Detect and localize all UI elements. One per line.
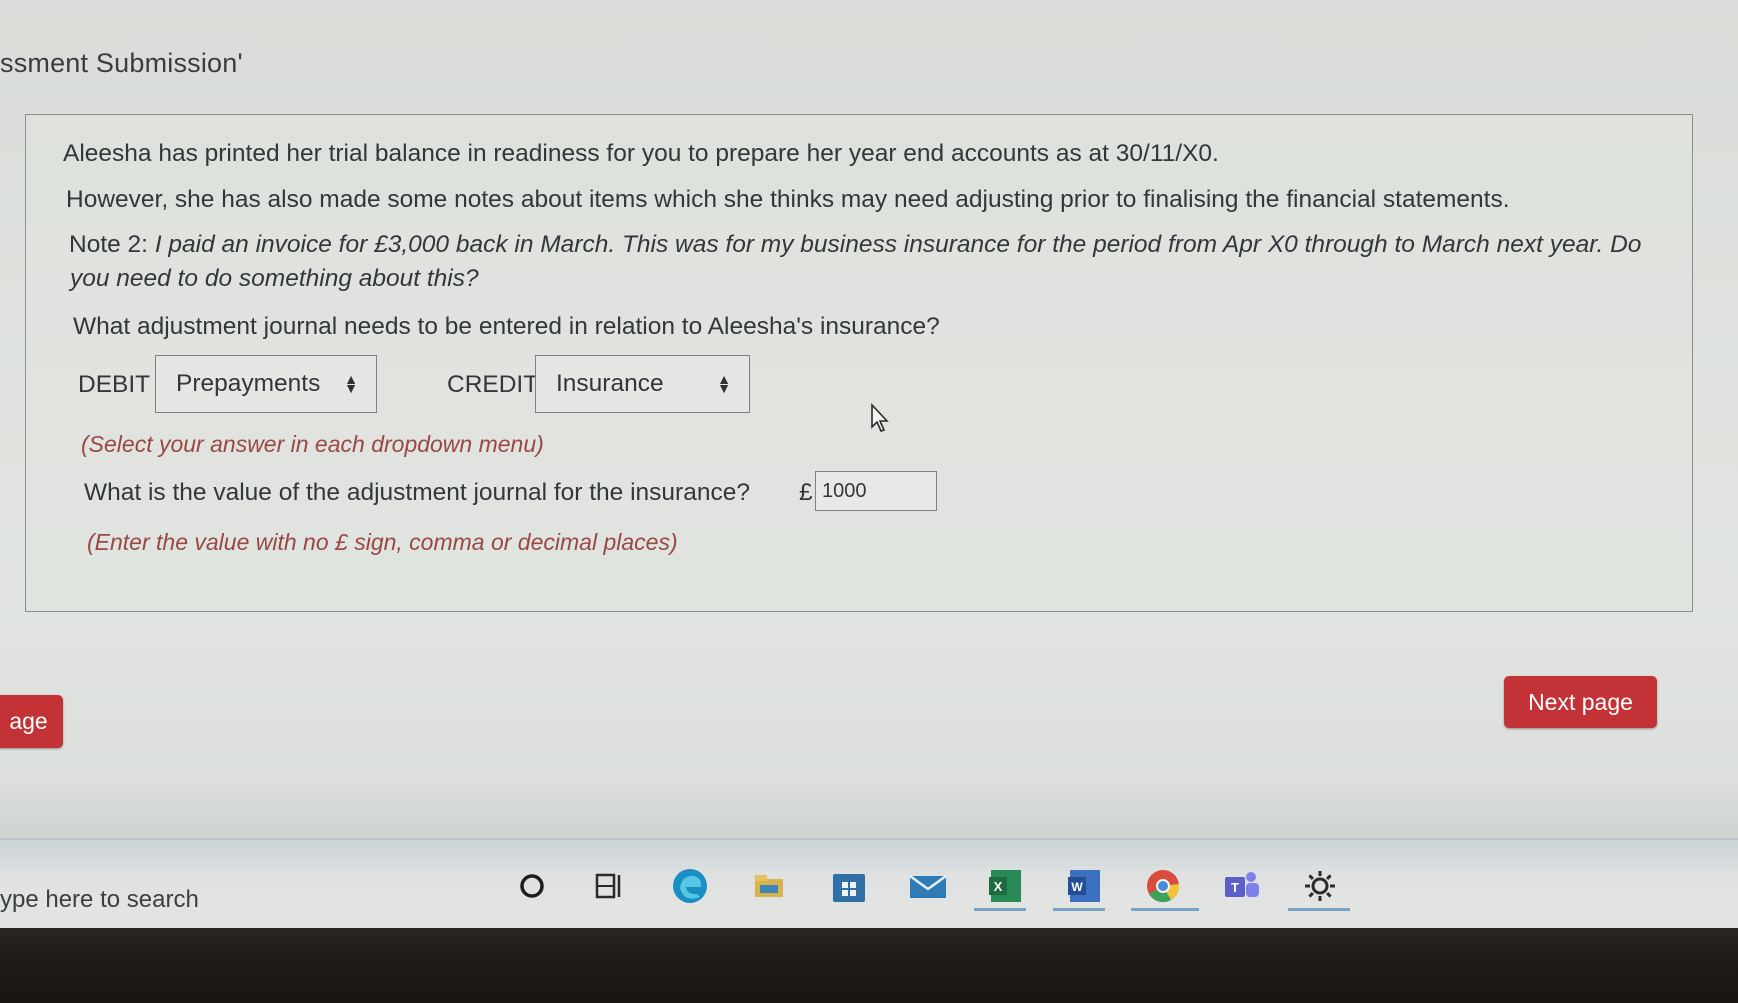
sort-arrows-icon: ▲ ▼ [717,371,731,396]
svg-text:W: W [1071,880,1083,894]
select-hint: (Select your answer in each dropdown men… [81,431,544,457]
question-notes-line: However, she has also made some notes ab… [66,186,1510,213]
debit-select[interactable]: Prepayments ▲ ▼ [155,355,377,413]
note-text: I paid an invoice for £3,000 back in Mar… [154,231,1642,258]
value-prompt: What is the value of the adjustment jour… [84,479,750,506]
debit-select-value: Prepayments [176,370,321,397]
svg-text:X: X [994,879,1003,894]
value-hint: (Enter the value with no £ sign, comma o… [87,529,678,555]
value-input[interactable] [815,471,937,511]
page-title: ssment Submission' [0,48,243,78]
previous-page-button[interactable]: age [0,695,63,748]
credit-select-value: Insurance [556,370,664,397]
teams-icon[interactable]: T [1222,866,1262,906]
question-intro: Aleesha has printed her trial balance in… [63,140,1219,167]
settings-icon[interactable] [1300,866,1340,906]
sort-arrows-icon: ▲ ▼ [344,371,358,396]
question-prompt: What adjustment journal needs to be ente… [73,313,940,340]
credit-label: CREDIT [447,371,539,398]
credit-select[interactable]: Insurance ▲ ▼ [535,355,750,413]
cortana-icon[interactable] [512,866,552,906]
excel-active-indicator [974,908,1026,911]
file-explorer-icon[interactable] [750,866,790,906]
monitor-bezel [0,928,1738,1003]
store-icon[interactable] [829,866,869,906]
task-view-icon[interactable] [590,866,630,906]
next-page-button[interactable]: Next page [1504,676,1657,728]
currency-symbol: £ [799,479,813,506]
svg-text:T: T [1231,880,1239,895]
mouse-cursor-icon [871,403,889,432]
debit-label: DEBIT [78,371,151,398]
taskbar-search-box[interactable]: ype here to search [0,886,199,914]
excel-icon[interactable]: X [986,866,1026,906]
edge-icon[interactable] [670,866,710,906]
chrome-active-indicator [1131,908,1199,911]
settings-active-indicator [1288,908,1350,911]
note-line-2: you need to do something about this? [70,265,479,292]
note-line-1: Note 2: I paid an invoice for £3,000 bac… [69,231,1641,259]
note-label: Note 2: [69,231,148,258]
mail-icon[interactable] [908,866,948,906]
taskbar [0,838,1738,930]
word-icon[interactable]: W [1065,866,1105,906]
word-active-indicator [1053,908,1105,911]
chrome-icon[interactable] [1143,866,1183,906]
